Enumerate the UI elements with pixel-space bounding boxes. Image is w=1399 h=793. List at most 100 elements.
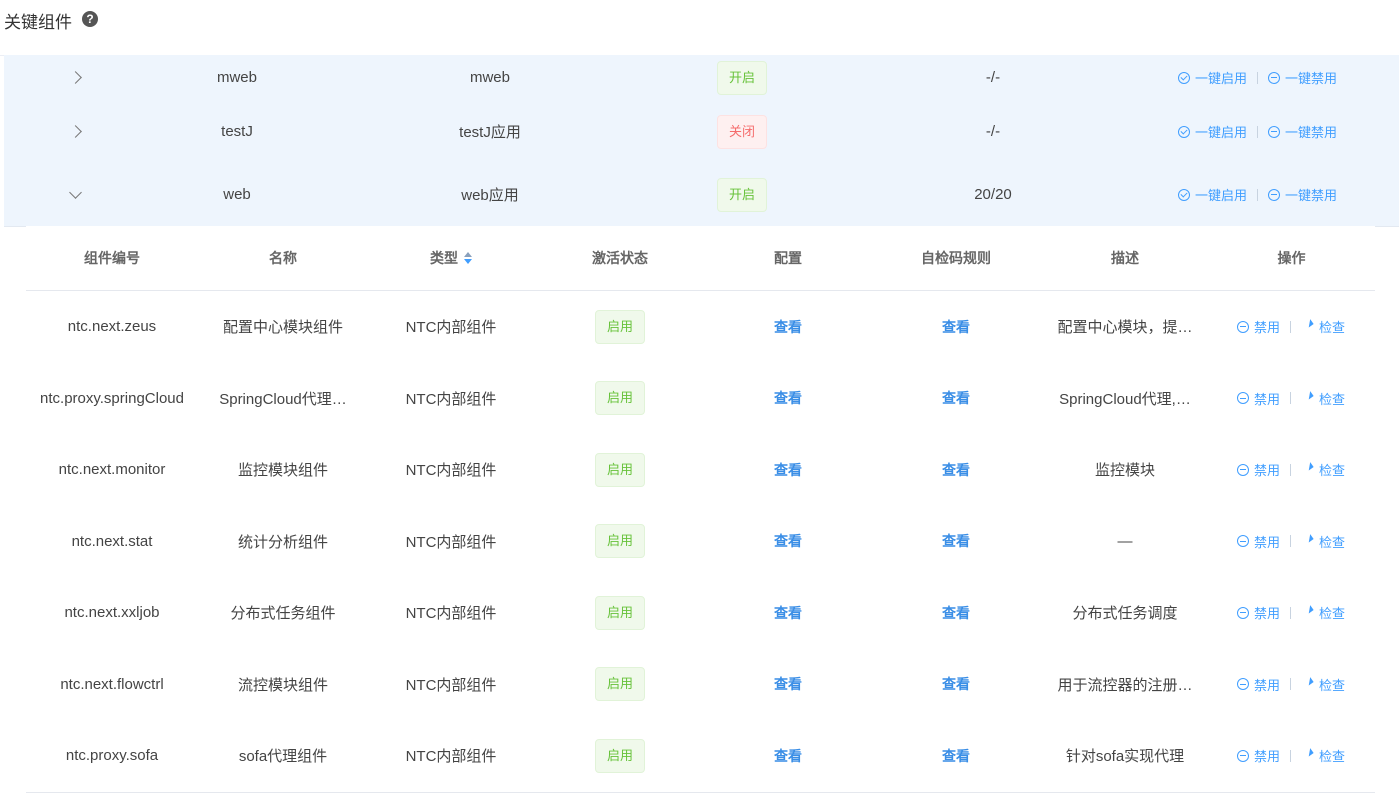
disable-button[interactable]: 禁用: [1237, 532, 1280, 551]
check-button[interactable]: 检查: [1300, 603, 1346, 622]
page-title: 关键组件: [4, 13, 72, 32]
rule-view-link[interactable]: 查看: [942, 460, 970, 480]
component-id: ntc.next.flowctrl: [60, 675, 164, 693]
column-header-type-label: 类型: [430, 250, 458, 266]
app-actions: 一键启用 一键禁用: [1178, 163, 1337, 226]
disable-button[interactable]: 禁用: [1237, 389, 1280, 408]
component-name: 配置中心模块组件: [222, 319, 343, 337]
component-desc: 分布式任务调度: [1072, 605, 1178, 623]
app-name: testJ应用: [459, 124, 521, 141]
divider: [1257, 188, 1259, 201]
chevron-right-icon[interactable]: [60, 55, 90, 100]
disable-label: 禁用: [1254, 463, 1281, 479]
minus-circle-icon: [1268, 188, 1281, 201]
enable-all-label: 一键启用: [1195, 188, 1248, 203]
config-view-link[interactable]: 查看: [774, 460, 802, 480]
component-state-cell: 启用: [534, 363, 706, 435]
disable-all-label: 一键禁用: [1285, 125, 1338, 140]
divider: [1257, 125, 1259, 138]
check-button[interactable]: 检查: [1300, 675, 1345, 694]
disable-all-label: 一键禁用: [1285, 188, 1338, 203]
config-view-link[interactable]: 查看: [774, 674, 802, 694]
enable-all-button[interactable]: 一键启用: [1178, 122, 1247, 141]
sort-caret-icon[interactable]: [464, 252, 472, 264]
rule-view-link[interactable]: 查看: [942, 317, 970, 337]
component-desc: —: [1117, 532, 1133, 550]
row-actions: 禁用 检查: [1237, 649, 1345, 721]
send-icon: [1300, 319, 1314, 332]
chevron-down-icon[interactable]: [60, 163, 90, 226]
component-name: SpringCloud代理…: [219, 390, 347, 408]
component-state-cell: 启用: [534, 577, 706, 649]
minus-circle-icon: [1237, 606, 1249, 619]
disable-label: 禁用: [1254, 391, 1281, 407]
check-button[interactable]: 检查: [1300, 746, 1345, 765]
rule-view-link[interactable]: 查看: [942, 531, 970, 551]
component-id: ntc.next.zeus: [67, 318, 157, 336]
table-row: ntc.next.flowctrl 流控模块组件 NTC内部组件 启用 查看 查看 用于流控…: [26, 648, 1375, 721]
disable-label: 禁用: [1254, 534, 1281, 550]
check-button[interactable]: 检查: [1300, 532, 1346, 551]
check-label: 检查: [1319, 606, 1346, 622]
enable-all-button[interactable]: 一键启用: [1178, 68, 1247, 87]
app-actions: 一键启用 一键禁用: [1178, 55, 1337, 100]
app-status-cell: 开启: [659, 55, 825, 100]
column-header-actions: 操作: [1277, 250, 1306, 266]
chevron-right-icon[interactable]: [60, 100, 90, 163]
disable-label: 禁用: [1254, 749, 1281, 765]
component-type: NTC内部组件: [405, 605, 497, 623]
check-label: 检查: [1319, 534, 1346, 550]
row-actions: 禁用 检查: [1237, 506, 1345, 578]
config-view-link[interactable]: 查看: [774, 746, 802, 766]
state-badge: 启用: [594, 309, 645, 344]
component-id: ntc.next.xxljob: [64, 604, 160, 622]
rule-view-link[interactable]: 查看: [942, 603, 970, 623]
row-actions: 禁用 检查: [1237, 291, 1345, 363]
config-view-cell: 查看: [706, 434, 870, 506]
question-circle-icon[interactable]: ?: [82, 11, 98, 27]
rule-view-link[interactable]: 查看: [942, 746, 970, 766]
check-button[interactable]: 检查: [1300, 389, 1345, 408]
column-header-type[interactable]: 类型: [368, 226, 534, 290]
enable-all-label: 一键启用: [1195, 71, 1248, 86]
config-view-link[interactable]: 查看: [774, 603, 802, 623]
disable-button[interactable]: 禁用: [1237, 675, 1280, 694]
send-icon: [1300, 390, 1314, 403]
component-state-cell: 启用: [534, 649, 706, 721]
column-header-name: 名称: [269, 250, 297, 266]
component-name: 分布式任务组件: [230, 605, 336, 623]
config-view-link[interactable]: 查看: [774, 388, 802, 408]
disable-button[interactable]: 禁用: [1237, 460, 1280, 479]
app-row[interactable]: mweb mweb 开启 -/- 一键启用 一键禁用: [4, 55, 1399, 101]
divider: [1290, 463, 1292, 476]
config-view-link[interactable]: 查看: [774, 317, 802, 337]
column-header-config: 配置: [774, 250, 802, 266]
check-button[interactable]: 检查: [1300, 317, 1345, 336]
app-code: mweb: [216, 69, 257, 86]
app-row[interactable]: web web应用 开启 20/20 一键启用 一键禁用: [4, 163, 1399, 227]
config-view-link[interactable]: 查看: [774, 531, 802, 551]
rule-view-cell: 查看: [870, 291, 1042, 363]
disable-label: 禁用: [1254, 320, 1281, 336]
disable-button[interactable]: 禁用: [1237, 317, 1280, 336]
component-name: 监控模块组件: [237, 462, 328, 480]
disable-all-button[interactable]: 一键禁用: [1268, 122, 1337, 141]
rule-view-link[interactable]: 查看: [942, 674, 970, 694]
enable-all-button[interactable]: 一键启用: [1178, 185, 1247, 204]
component-desc: 配置中心模块，提…: [1057, 319, 1193, 337]
disable-all-button[interactable]: 一键禁用: [1268, 68, 1337, 87]
disable-button[interactable]: 禁用: [1237, 603, 1280, 622]
disable-all-button[interactable]: 一键禁用: [1268, 185, 1337, 204]
check-button[interactable]: 检查: [1300, 460, 1345, 479]
config-view-cell: 查看: [706, 363, 870, 435]
disable-label: 禁用: [1254, 677, 1281, 693]
divider: [1290, 320, 1292, 333]
config-view-cell: 查看: [706, 506, 870, 578]
app-row[interactable]: testJ testJ应用 关闭 -/- 一键启用 一键禁用: [4, 100, 1399, 164]
send-icon: [1300, 533, 1314, 546]
disable-button[interactable]: 禁用: [1237, 746, 1280, 765]
config-view-cell: 查看: [706, 577, 870, 649]
rule-view-link[interactable]: 查看: [942, 388, 970, 408]
minus-circle-icon: [1237, 392, 1249, 405]
component-type: NTC内部组件: [405, 533, 497, 551]
